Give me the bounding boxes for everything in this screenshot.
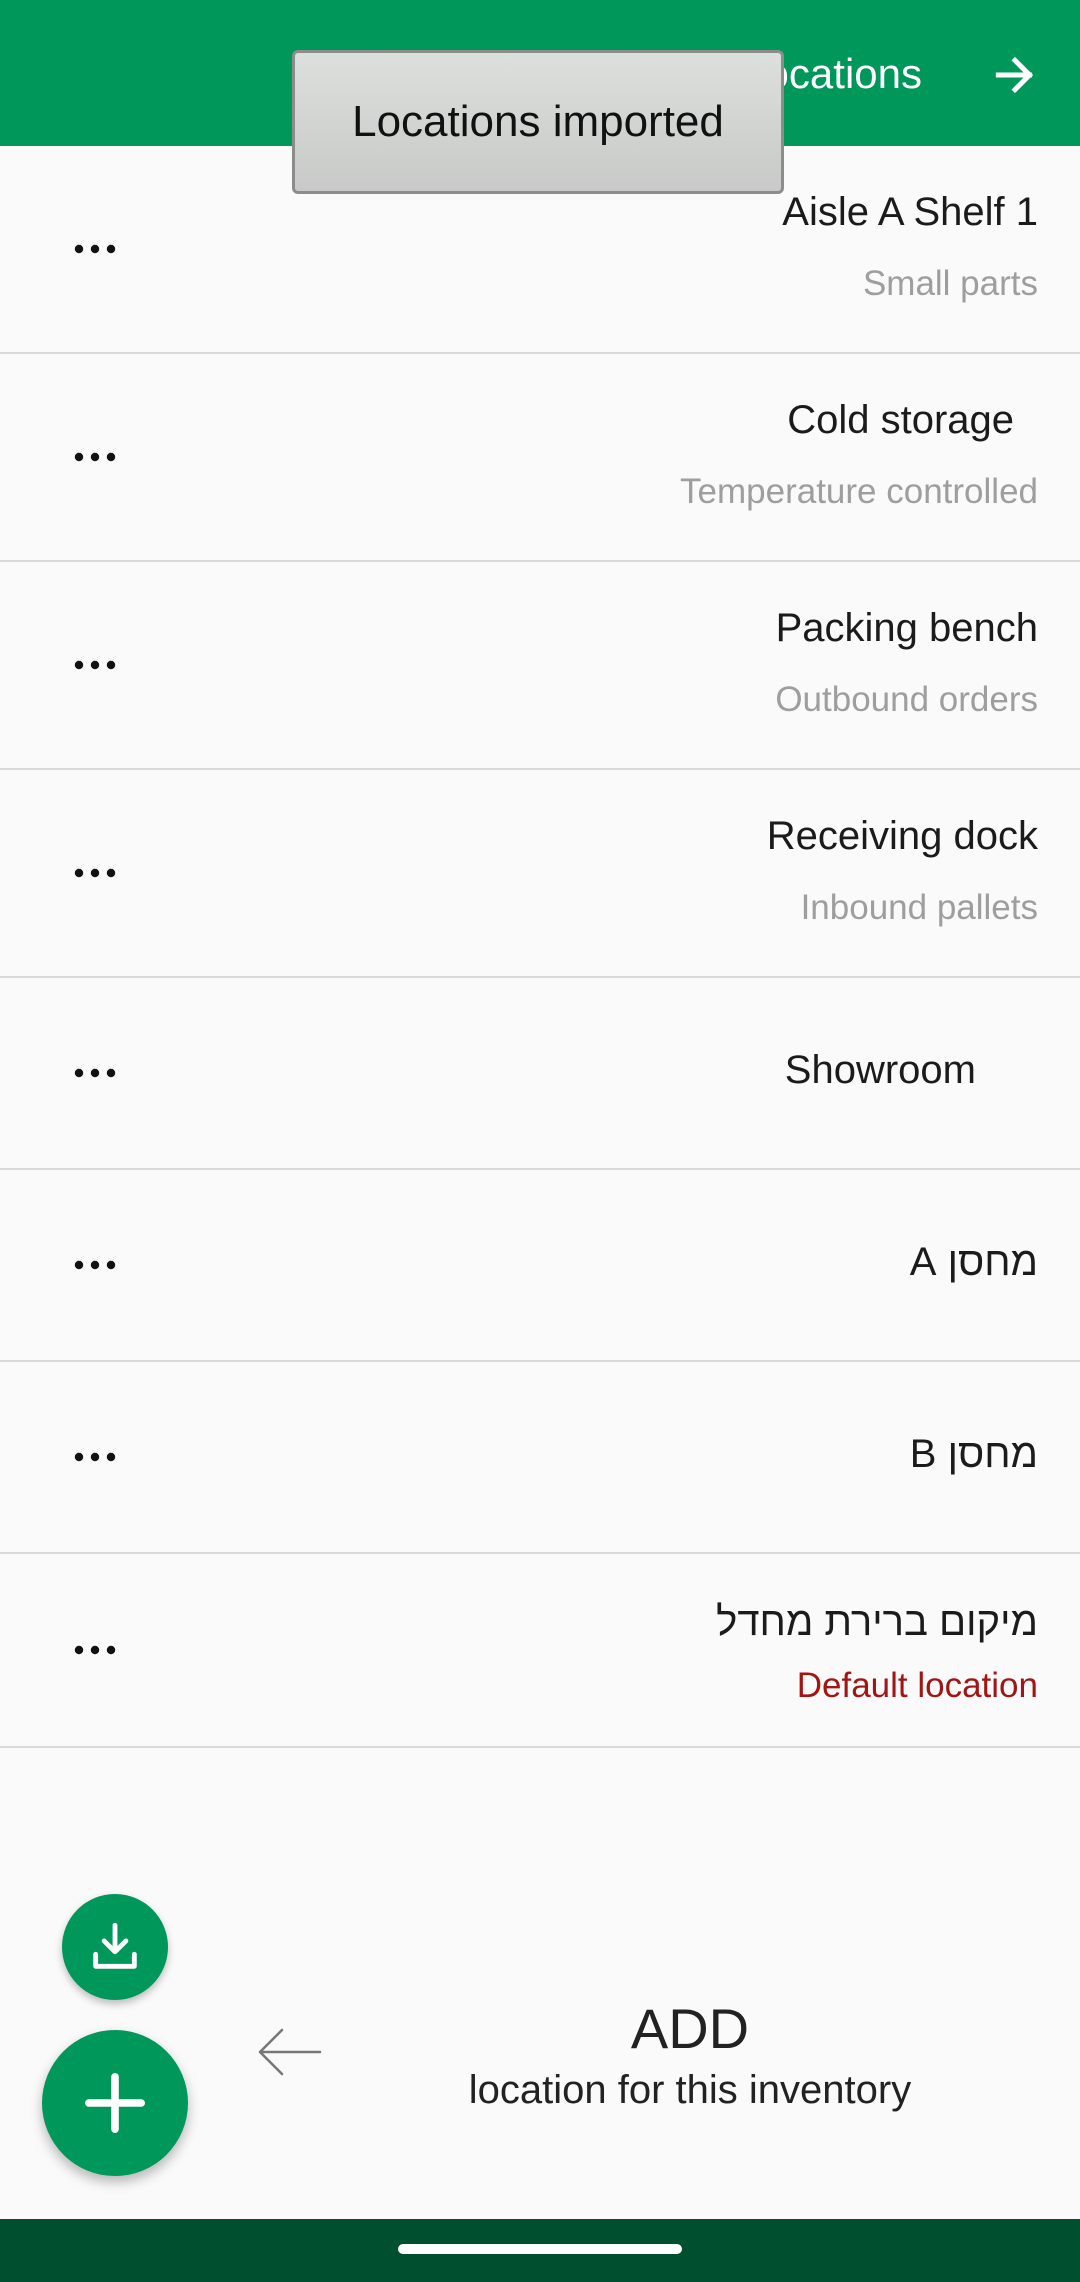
location-name: Showroom	[784, 1048, 976, 1092]
more-horizontal-icon	[74, 244, 116, 254]
location-description: Outbound orders	[775, 680, 1038, 719]
import-button[interactable]	[62, 1894, 168, 2000]
plus-icon	[84, 2072, 146, 2134]
more-horizontal-icon	[74, 868, 116, 878]
more-options-button[interactable]	[60, 1625, 130, 1675]
locations-list: Aisle A Shelf 1 Small parts Cold storage…	[0, 146, 1080, 1748]
location-name: Cold storage	[787, 398, 1014, 442]
add-hint-title: ADD	[630, 1997, 750, 2060]
list-item[interactable]: מיקום ברירת מחדל Default location	[0, 1554, 1080, 1748]
location-name: Receiving dock	[766, 814, 1038, 858]
more-options-button[interactable]	[60, 1240, 130, 1290]
more-options-button[interactable]	[60, 848, 130, 898]
list-item[interactable]: Receiving dock Inbound pallets	[0, 770, 1080, 978]
more-options-button[interactable]	[60, 432, 130, 482]
location-name: Aisle A Shelf 1	[782, 190, 1038, 234]
list-item[interactable]: מחסן A	[0, 1170, 1080, 1362]
more-options-button[interactable]	[60, 1048, 130, 1098]
location-name: מחסן B	[909, 1432, 1038, 1476]
default-location-label: Default location	[796, 1666, 1038, 1705]
arrow-right-icon	[995, 56, 1034, 94]
list-item[interactable]: Packing bench Outbound orders	[0, 562, 1080, 770]
more-horizontal-icon	[74, 452, 116, 462]
location-name: מיקום ברירת מחדל	[716, 1600, 1038, 1644]
more-horizontal-icon	[74, 660, 116, 670]
more-horizontal-icon	[74, 1068, 116, 1078]
download-icon	[93, 1922, 137, 1969]
list-item[interactable]: Showroom	[0, 978, 1080, 1170]
more-options-button[interactable]	[60, 224, 130, 274]
toast-message: Locations imported	[292, 50, 784, 194]
location-description: Inbound pallets	[800, 888, 1038, 927]
more-options-button[interactable]	[60, 1432, 130, 1482]
add-location-button[interactable]	[42, 2030, 188, 2176]
list-item[interactable]: Cold storage Temperature controlled	[0, 354, 1080, 562]
more-horizontal-icon	[74, 1452, 116, 1462]
system-nav-bar	[0, 2219, 1080, 2282]
location-description: Small parts	[862, 264, 1038, 303]
location-description: Temperature controlled	[680, 472, 1038, 511]
more-horizontal-icon	[74, 1645, 116, 1655]
add-hint-subtitle: location for this inventory	[468, 2068, 912, 2112]
list-item[interactable]: מחסן B	[0, 1362, 1080, 1554]
home-gesture-handle[interactable]	[398, 2244, 682, 2254]
more-options-button[interactable]	[60, 640, 130, 690]
arrow-left-hint-icon	[258, 2028, 322, 2076]
more-horizontal-icon	[74, 1260, 116, 1270]
location-name: מחסן A	[909, 1240, 1038, 1284]
location-name: Packing bench	[775, 606, 1038, 650]
back-button[interactable]	[980, 40, 1050, 110]
